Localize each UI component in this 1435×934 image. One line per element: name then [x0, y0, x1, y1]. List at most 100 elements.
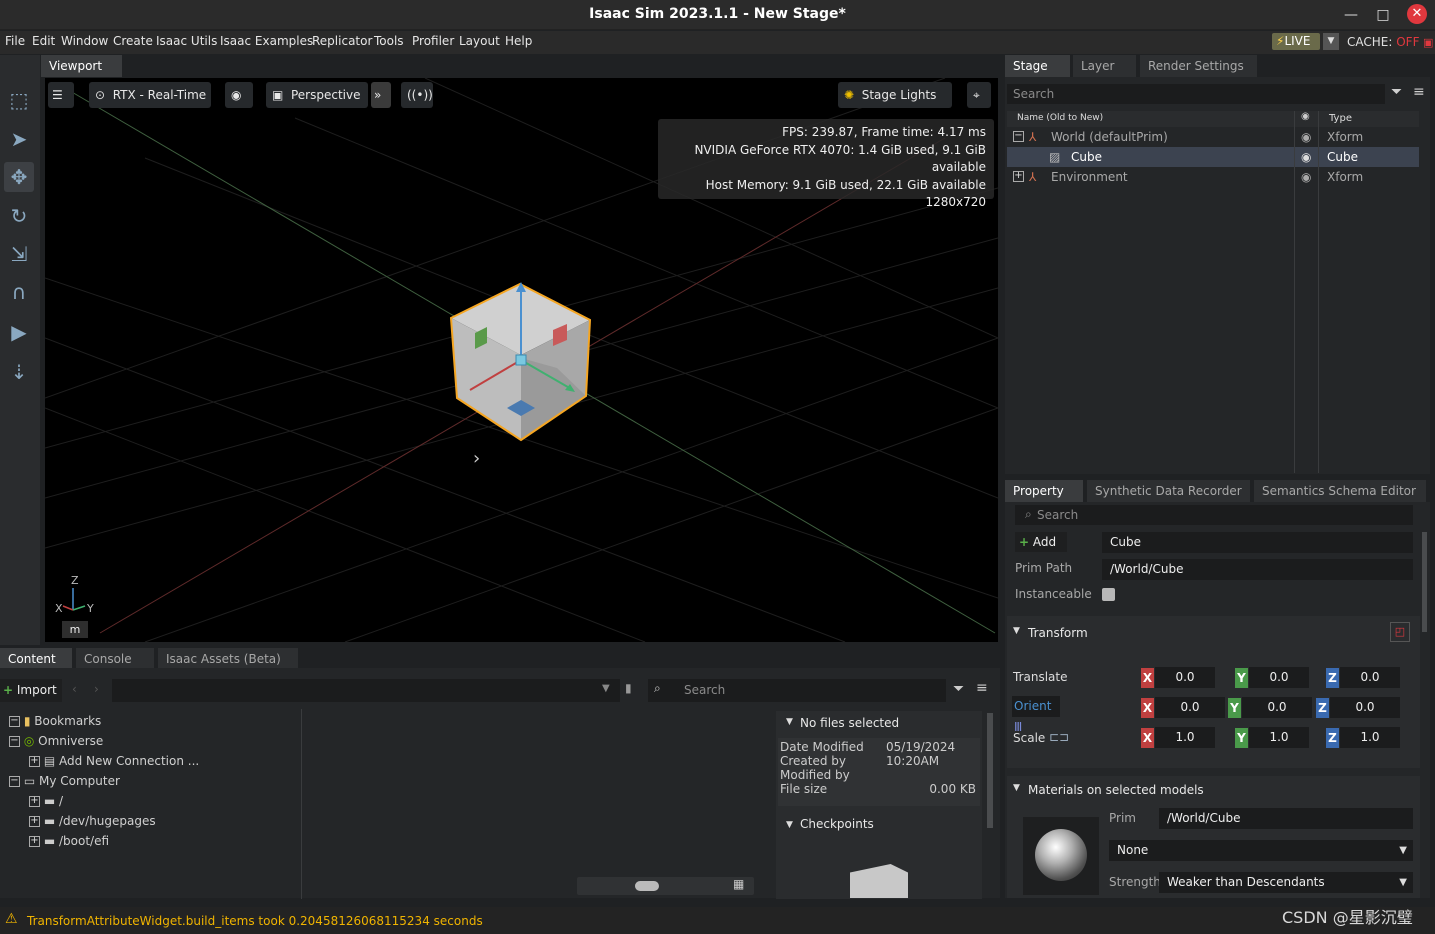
- menu-tools[interactable]: Tools: [374, 34, 404, 48]
- menu-isaac-utils[interactable]: Isaac Utils: [156, 34, 217, 48]
- menu-layout[interactable]: Layout: [459, 34, 500, 48]
- tab-isaac-assets[interactable]: Isaac Assets (Beta): [158, 648, 298, 670]
- menu-replicator[interactable]: Replicator: [312, 34, 372, 48]
- materials-header[interactable]: Materials on selected models: [1028, 783, 1204, 797]
- orient-x-field[interactable]: 0.0: [1155, 697, 1225, 718]
- translate-z-field[interactable]: 0.0: [1340, 667, 1400, 688]
- collapse-arrow-icon[interactable]: ▼: [1013, 626, 1020, 636]
- collapse-arrow-icon[interactable]: ▼: [786, 820, 793, 830]
- tree-item-bookmarks[interactable]: − ▮ Bookmarks: [0, 711, 101, 731]
- property-scrollbar[interactable]: [1422, 532, 1427, 632]
- tree-item-boot-efi[interactable]: + ▬ /boot/efi: [0, 831, 109, 851]
- bookmark-icon[interactable]: ▮: [625, 681, 632, 695]
- path-dropdown-icon[interactable]: ▼: [602, 683, 610, 694]
- back-arrow-icon[interactable]: ‹: [72, 682, 77, 696]
- filter-icon[interactable]: ⏷: [1391, 84, 1402, 100]
- menu-edit[interactable]: Edit: [32, 34, 55, 48]
- transform-header[interactable]: Transform: [1028, 626, 1088, 640]
- import-button[interactable]: + Import: [0, 679, 62, 702]
- menu-icon[interactable]: ≡: [1413, 84, 1425, 100]
- forward-arrow-icon[interactable]: ›: [94, 682, 99, 696]
- tab-property[interactable]: Property: [1005, 480, 1083, 502]
- material-select[interactable]: None ▼: [1109, 840, 1413, 861]
- material-prim-field[interactable]: /World/Cube: [1159, 808, 1413, 829]
- link-icon[interactable]: ⊏⊐: [1049, 730, 1069, 744]
- cache-status[interactable]: CACHE: OFF ▣: [1347, 35, 1433, 49]
- collapse-icon[interactable]: −: [9, 736, 20, 747]
- menu-icon[interactable]: ≡: [976, 680, 988, 696]
- play-icon[interactable]: ▶: [4, 317, 34, 347]
- tree-item-hugepages[interactable]: + ▬ /dev/hugepages: [0, 811, 156, 831]
- instanceable-checkbox[interactable]: [1102, 588, 1115, 601]
- eye-icon[interactable]: ◉: [1301, 167, 1311, 187]
- tab-layer[interactable]: Layer: [1073, 55, 1136, 77]
- scale-y-field[interactable]: 1.0: [1249, 727, 1309, 748]
- collapse-icon[interactable]: −: [9, 716, 20, 727]
- tab-console[interactable]: Console: [76, 648, 154, 670]
- stage-search-input[interactable]: Search: [1007, 84, 1385, 104]
- broadcast-button[interactable]: ((•)): [401, 82, 433, 108]
- menu-help[interactable]: Help: [505, 34, 532, 48]
- add-button[interactable]: + Add: [1015, 532, 1067, 552]
- orient-mode-button[interactable]: Orient Ⅲ: [1012, 696, 1060, 734]
- path-input[interactable]: [112, 679, 620, 702]
- expand-icon[interactable]: +: [29, 836, 40, 847]
- eye-icon[interactable]: ◉: [1301, 147, 1311, 167]
- expand-icon[interactable]: +: [29, 796, 40, 807]
- physics-tool-icon[interactable]: ⇣: [4, 357, 34, 387]
- render-mode-button[interactable]: ⊙ RTX - Real-Time: [89, 82, 211, 108]
- stage-lights-button[interactable]: ✺ Stage Lights: [838, 82, 952, 108]
- tab-content[interactable]: Content: [0, 648, 72, 670]
- scale-x-field[interactable]: 1.0: [1155, 727, 1215, 748]
- expand-icon[interactable]: +: [29, 816, 40, 827]
- menu-window[interactable]: Window: [61, 34, 108, 48]
- expand-icon[interactable]: +: [1013, 171, 1024, 182]
- collapse-icon[interactable]: −: [9, 776, 20, 787]
- tab-stage[interactable]: Stage: [1005, 55, 1070, 77]
- tree-item-add-connection[interactable]: + ▤ Add New Connection ...: [0, 751, 199, 771]
- tree-item-root[interactable]: + ▬ /: [0, 791, 63, 811]
- orient-z-field[interactable]: 0.0: [1330, 697, 1400, 718]
- visibility-button[interactable]: ◉: [225, 82, 253, 108]
- grid-view-icon[interactable]: ▦: [733, 877, 744, 891]
- scale-icon[interactable]: ⇲: [4, 239, 34, 269]
- transform-options-icon[interactable]: ◰: [1390, 622, 1410, 642]
- menu-file[interactable]: File: [5, 34, 25, 48]
- tree-item-omniverse[interactable]: − ◎ Omniverse: [0, 731, 103, 751]
- live-dropdown[interactable]: ▼: [1323, 33, 1339, 50]
- translate-x-field[interactable]: 0.0: [1155, 667, 1215, 688]
- menu-isaac-examples[interactable]: Isaac Examples: [220, 34, 313, 48]
- camera-button[interactable]: ▣ Perspective: [266, 82, 368, 108]
- maximize-button[interactable]: □: [1372, 4, 1394, 26]
- menu-profiler[interactable]: Profiler: [412, 34, 454, 48]
- viewport-settings-button[interactable]: ☰: [48, 82, 74, 108]
- prim-path-field[interactable]: /World/Cube: [1102, 559, 1413, 580]
- scale-z-field[interactable]: 1.0: [1340, 727, 1400, 748]
- content-search-input[interactable]: Search: [648, 679, 946, 702]
- tab-viewport[interactable]: Viewport: [41, 55, 122, 77]
- collapse-icon[interactable]: −: [1013, 131, 1024, 142]
- details-scrollbar[interactable]: [987, 713, 993, 828]
- tab-semantics-schema-editor[interactable]: Semantics Schema Editor: [1254, 480, 1426, 502]
- tab-render-settings[interactable]: Render Settings: [1140, 55, 1257, 77]
- type-column-header[interactable]: Type: [1329, 113, 1352, 124]
- zoom-slider[interactable]: ▦: [577, 877, 754, 895]
- property-search-input[interactable]: Search: [1015, 505, 1413, 525]
- expand-icon[interactable]: +: [29, 756, 40, 767]
- status-message[interactable]: TransformAttributeWidget.build_items too…: [27, 914, 483, 928]
- viewport[interactable]: › ☰ ⊙ RTX - Real-Time ◉ ▣ Perspective » …: [45, 78, 998, 642]
- filter-icon[interactable]: ⏷: [953, 681, 964, 697]
- tab-synthetic-data-recorder[interactable]: Synthetic Data Recorder: [1087, 480, 1250, 502]
- collapse-arrow-icon[interactable]: ▼: [786, 717, 793, 727]
- strength-select[interactable]: Weaker than Descendants ▼: [1159, 872, 1413, 893]
- camera-expand-icon[interactable]: »: [371, 82, 391, 108]
- menu-create[interactable]: Create: [113, 34, 153, 48]
- eye-icon[interactable]: ◉: [1301, 127, 1311, 147]
- tree-row-world[interactable]: − ⅄ World (defaultPrim) ◉ Xform: [1007, 127, 1419, 147]
- select-arrow-icon[interactable]: ➤: [4, 124, 34, 154]
- name-column-header[interactable]: Name (Old to New): [1017, 113, 1103, 123]
- zoom-slider-handle[interactable]: [635, 881, 659, 891]
- tree-item-my-computer[interactable]: − ▭ My Computer: [0, 771, 120, 791]
- live-button[interactable]: ⚡LIVE: [1272, 33, 1320, 50]
- move-icon[interactable]: ✥: [4, 162, 34, 192]
